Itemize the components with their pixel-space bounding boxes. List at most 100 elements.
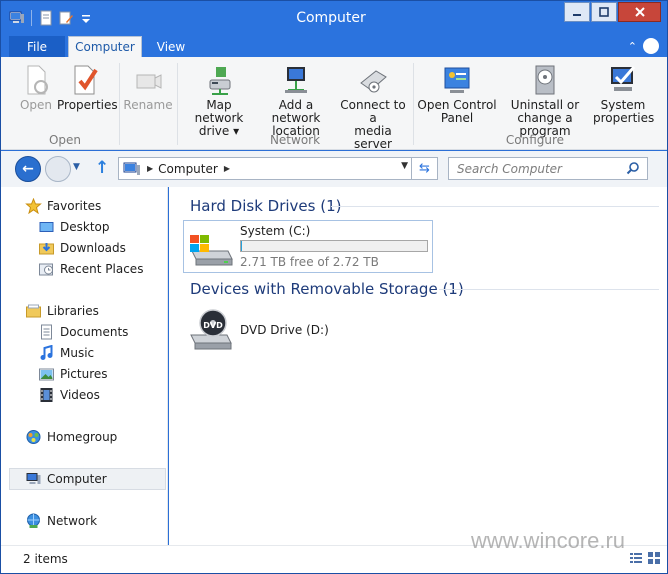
item-count: 2 items	[23, 552, 68, 566]
breadcrumb-chevron-icon[interactable]: ▶	[224, 164, 230, 173]
nav-label: Desktop	[60, 220, 110, 234]
group-open-label: Open	[48, 133, 82, 147]
group-header-removable-storage[interactable]: Devices with Removable Storage (1)	[190, 280, 464, 298]
group-divider	[439, 289, 659, 290]
nav-item-videos[interactable]: Videos	[38, 385, 100, 405]
documents-icon	[41, 324, 52, 340]
nav-item-downloads[interactable]: Downloads	[38, 238, 126, 258]
search-box[interactable]: Search Computer	[448, 157, 648, 180]
breadcrumb-computer[interactable]: Computer	[158, 162, 218, 176]
homegroup-icon	[26, 430, 41, 444]
address-bar[interactable]: ▶ Computer ▶ ▼ ⇆	[118, 157, 438, 180]
group-header-hard-disk-drives[interactable]: Hard Disk Drives (1)	[190, 197, 341, 215]
properties-check-icon	[74, 65, 98, 95]
network-drive-icon	[209, 67, 231, 95]
address-dropdown-icon[interactable]: ▼	[401, 161, 408, 171]
minimize-button[interactable]	[564, 2, 590, 22]
system-properties-button[interactable]: System properties	[593, 63, 655, 125]
drive-name: System (C:)	[240, 224, 311, 238]
uninstall-program-button[interactable]: Uninstall or change a program	[497, 63, 593, 138]
maximize-icon	[599, 7, 609, 17]
programs-icon	[535, 65, 555, 95]
videos-film-icon	[40, 388, 53, 402]
map-network-drive-button[interactable]: Map network drive ▾	[181, 63, 257, 138]
drive-free-space: 2.71 TB free of 2.72 TB	[240, 255, 379, 269]
nav-item-music[interactable]: Music	[38, 343, 94, 363]
nav-item-computer[interactable]: Computer	[25, 469, 107, 489]
address-row: ← ▼ ↑ ▶ Computer ▶ ▼ ⇆ Search Computer	[1, 151, 667, 187]
nav-item-network[interactable]: Network	[25, 511, 97, 531]
window-title: Computer	[296, 10, 366, 26]
nav-item-recent-places[interactable]: Recent Places	[38, 259, 143, 279]
nav-item-documents[interactable]: Documents	[38, 322, 128, 342]
nav-item-libraries[interactable]: Libraries	[25, 301, 99, 321]
refresh-icon[interactable]: ⇆	[411, 158, 437, 179]
music-note-icon	[40, 345, 53, 360]
ribbon-controls: ⌃ ?	[628, 38, 659, 54]
map-network-drive-label-line1: Map network	[194, 98, 244, 125]
up-arrow-icon[interactable]: ↑	[95, 158, 109, 178]
nav-item-pictures[interactable]: Pictures	[38, 364, 108, 384]
desktop-icon	[39, 222, 54, 232]
dvd-badge: DVD	[203, 321, 223, 330]
nav-label: Homegroup	[47, 430, 118, 444]
navigation-pane: Favorites Desktop Downloads Recent Place…	[1, 187, 168, 545]
view-switcher	[629, 551, 661, 565]
nav-item-homegroup[interactable]: Homegroup	[25, 427, 117, 447]
properties-button[interactable]: Properties	[57, 63, 118, 112]
group-separator	[413, 63, 414, 145]
close-icon	[634, 7, 645, 17]
nav-label: Videos	[60, 388, 100, 402]
group-configure-label: Configure	[505, 133, 565, 147]
computer-icon	[26, 473, 41, 484]
group-network-label: Network	[269, 133, 321, 147]
add-network-location-label-line1: Add a network	[271, 98, 321, 125]
search-icon[interactable]	[626, 161, 640, 175]
drive-usage-fill	[241, 241, 242, 251]
drive-tile-dvd-d[interactable]: DVD DVD Drive (D:)	[187, 307, 387, 353]
tab-file[interactable]: File	[9, 36, 65, 57]
large-icons-view-icon[interactable]	[647, 551, 661, 565]
network-location-icon	[285, 67, 307, 93]
details-view-icon[interactable]	[629, 551, 643, 565]
rename-button[interactable]: Rename	[123, 63, 173, 112]
nav-label: Recent Places	[60, 262, 144, 276]
nav-item-favorites[interactable]: Favorites	[25, 196, 101, 216]
media-server-icon	[360, 70, 387, 93]
maximize-button[interactable]	[591, 2, 617, 22]
add-network-location-button[interactable]: Add a network location	[257, 63, 335, 138]
search-placeholder: Search Computer	[457, 162, 562, 176]
close-button[interactable]	[618, 2, 661, 22]
collapse-ribbon-icon[interactable]: ⌃	[628, 40, 637, 53]
system-properties-label-line2: properties	[593, 111, 655, 125]
nav-label: Documents	[60, 325, 129, 339]
nav-item-desktop[interactable]: Desktop	[38, 217, 110, 237]
help-icon[interactable]: ?	[643, 38, 659, 54]
open-icon	[27, 65, 48, 95]
rename-label: Rename	[123, 98, 173, 112]
tab-computer[interactable]: Computer	[68, 36, 142, 57]
drive-tile-system-c[interactable]: System (C:) 2.71 TB free of 2.72 TB	[183, 220, 433, 273]
nav-label: Network	[47, 514, 98, 528]
drive-name: DVD Drive (D:)	[240, 323, 329, 337]
nav-label: Libraries	[47, 304, 99, 318]
control-panel-icon	[444, 67, 470, 93]
rename-camera-icon	[136, 74, 162, 89]
libraries-icon	[26, 304, 41, 318]
group-separator	[177, 63, 178, 145]
drive-usage-bar	[240, 240, 428, 252]
connect-media-server-label-line1: Connect to a	[340, 98, 406, 125]
system-properties-icon	[611, 66, 636, 91]
open-button[interactable]: Open	[17, 63, 55, 112]
back-button[interactable]: ←	[15, 156, 41, 182]
tab-view[interactable]: View	[144, 36, 198, 57]
nav-label: Computer	[47, 472, 107, 486]
open-control-panel-button[interactable]: Open Control Panel	[417, 63, 497, 125]
nav-label: Downloads	[60, 241, 126, 255]
star-icon	[25, 198, 42, 214]
recent-locations-chevron-icon[interactable]: ▼	[73, 162, 80, 172]
open-label: Open	[19, 98, 53, 112]
breadcrumb-separator-icon[interactable]: ▶	[147, 164, 153, 173]
forward-button[interactable]	[45, 156, 71, 182]
properties-label: Properties	[57, 98, 118, 112]
